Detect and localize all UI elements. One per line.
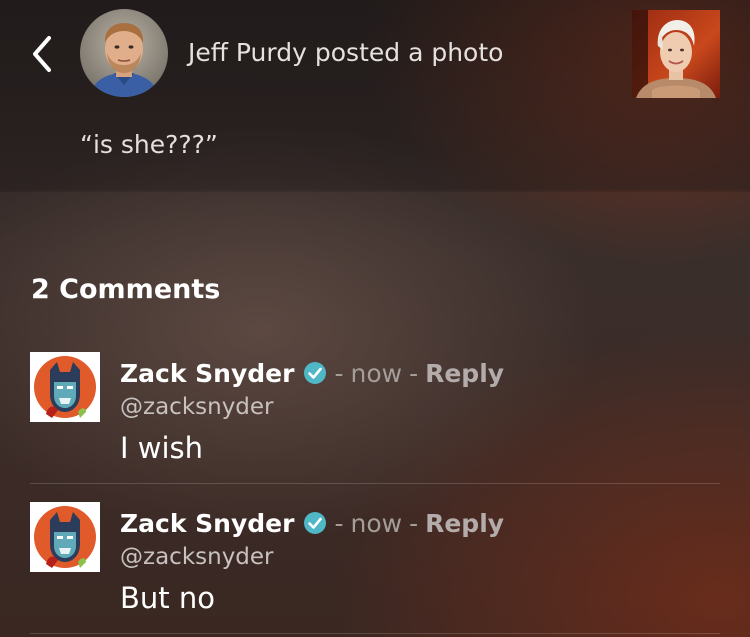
separator: - xyxy=(409,358,419,388)
photo-thumbnail[interactable] xyxy=(632,10,720,98)
comments-count-heading: 2 Comments xyxy=(31,274,221,305)
comment-item: Zack Snyder - now - Reply @zacksnyder Bu… xyxy=(0,484,750,634)
chevron-left-icon xyxy=(33,36,51,72)
reply-button[interactable]: Reply xyxy=(425,509,504,538)
post-header: Jeff Purdy posted a photo “is she???” xyxy=(0,0,750,190)
comment-text: But no xyxy=(120,581,215,615)
reply-button[interactable]: Reply xyxy=(425,359,504,388)
comment-handle[interactable]: @zacksnyder xyxy=(120,392,274,422)
comment-avatar[interactable] xyxy=(30,502,100,572)
divider xyxy=(30,633,720,634)
post-caption: “is she???” xyxy=(80,130,218,159)
verified-badge-icon xyxy=(304,362,327,384)
separator: - xyxy=(409,508,419,538)
comment-header: Zack Snyder - now - Reply xyxy=(120,504,504,542)
poster-avatar[interactable] xyxy=(80,9,168,97)
comment-item: Zack Snyder - now - Reply @zacksnyder I … xyxy=(0,334,750,484)
comment-header: Zack Snyder - now - Reply xyxy=(120,354,504,392)
comment-handle[interactable]: @zacksnyder xyxy=(120,542,274,572)
separator: - xyxy=(334,358,344,388)
comment-time: now xyxy=(350,358,403,388)
comment-avatar[interactable] xyxy=(30,352,100,422)
back-button[interactable] xyxy=(22,32,62,76)
post-title: Jeff Purdy posted a photo xyxy=(188,36,503,70)
comment-author[interactable]: Zack Snyder xyxy=(120,509,294,538)
comment-author[interactable]: Zack Snyder xyxy=(120,359,294,388)
comment-text: I wish xyxy=(120,431,204,465)
poster-name[interactable]: Jeff Purdy xyxy=(188,38,307,67)
comment-time: now xyxy=(350,508,403,538)
post-action-text: posted a photo xyxy=(314,38,504,67)
verified-badge-icon xyxy=(304,512,327,534)
separator: - xyxy=(334,508,344,538)
